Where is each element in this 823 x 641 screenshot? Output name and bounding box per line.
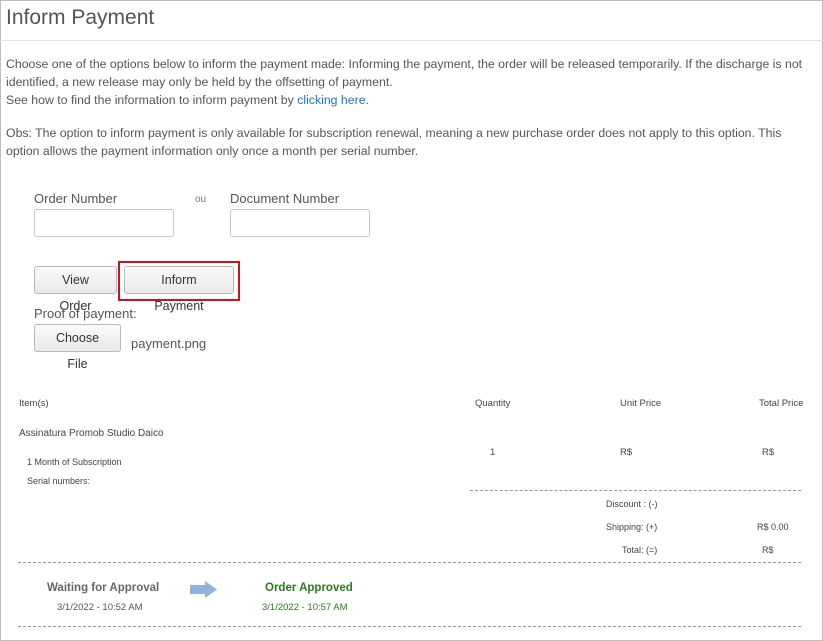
proof-of-payment-label: Proof of payment:	[34, 306, 137, 321]
help-prefix: See how to find the information to infor…	[6, 93, 298, 107]
document-number-input[interactable]	[230, 209, 370, 237]
shipping-label: Shipping: (+)	[606, 522, 658, 532]
instructions-block: Choose one of the options below to infor…	[6, 55, 816, 109]
order-number-input[interactable]	[34, 209, 174, 237]
status-approved-label: Order Approved	[265, 582, 353, 594]
inform-payment-button[interactable]: Inform Payment	[124, 266, 234, 313]
total-price-value: R$	[762, 447, 775, 458]
serial-numbers-label: Serial numbers:	[27, 476, 91, 486]
status-divider	[18, 626, 801, 627]
ou-label: ou	[195, 194, 207, 205]
document-number-label: Document Number	[230, 191, 340, 206]
help-link[interactable]: clicking here	[297, 93, 365, 107]
arrow-right-icon	[190, 581, 217, 598]
choose-file-button[interactable]: Choose File	[34, 324, 121, 371]
quantity-value: 1	[490, 447, 496, 458]
discount-label: Discount : (-)	[606, 499, 658, 509]
status-waiting-label: Waiting for Approval	[47, 582, 160, 594]
help-suffix: .	[365, 93, 369, 107]
instructions-text: Choose one of the options below to infor…	[6, 57, 803, 89]
view-order-button[interactable]: View Order	[34, 266, 117, 313]
items-divider	[470, 490, 801, 491]
file-name: payment.png	[131, 336, 207, 351]
status-waiting-date: 3/1/2022 - 10:52 AM	[57, 602, 143, 613]
total-label: Total: (=)	[622, 545, 658, 555]
order-number-label: Order Number	[34, 191, 118, 206]
product-detail: 1 Month of Subscription	[27, 457, 122, 467]
obs-text: Obs: The option to inform payment is onl…	[6, 126, 782, 158]
shipping-value: R$ 0.00	[757, 522, 789, 532]
totals-divider	[18, 562, 801, 563]
total-price-header: Total Price	[759, 398, 804, 409]
status-approved-date: 3/1/2022 - 10:57 AM	[262, 602, 348, 613]
unit-price-value: R$	[620, 447, 633, 458]
total-value: R$	[762, 545, 774, 555]
items-header: Item(s)	[19, 398, 49, 409]
product-name: Assinatura Promob Studio Daico	[19, 428, 164, 439]
title-divider	[0, 40, 823, 41]
unit-price-header: Unit Price	[620, 398, 662, 409]
quantity-header: Quantity	[475, 398, 511, 409]
page-title: Inform Payment	[6, 6, 155, 29]
